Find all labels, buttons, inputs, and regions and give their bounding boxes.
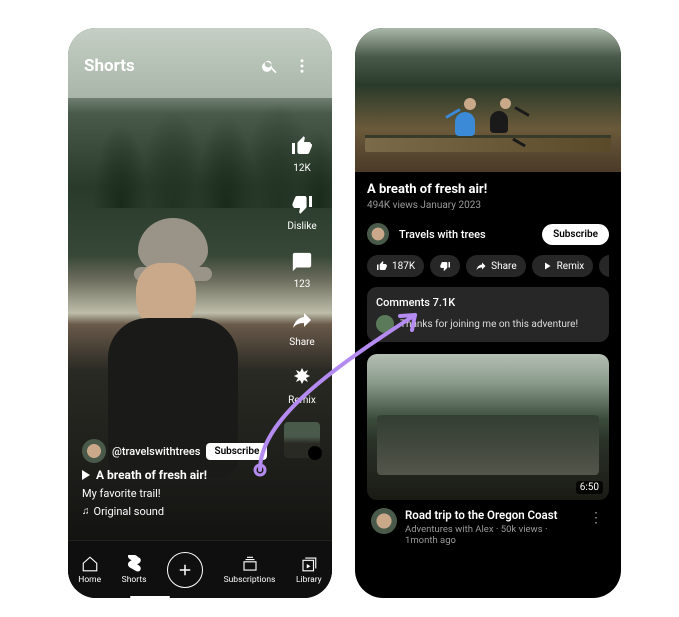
music-icon: ♫ [82,506,90,517]
search-icon[interactable] [256,52,284,80]
comments-header: Comments 7.1K [376,296,600,309]
dislike-label: Dislike [287,221,316,232]
channel-name[interactable]: Travels with trees [399,228,542,241]
comments-button[interactable]: 123 [288,248,316,290]
thumbs-up-icon [288,132,316,160]
recommendation-card: 6:50 Road trip to the Oregon Coast Adven… [367,354,609,554]
shorts-heading: Shorts [84,56,252,76]
shorts-metadata: @travelswithtrees Subscribe A breath of … [82,434,272,518]
shorts-title-row: A breath of fresh air! [82,468,272,482]
top-comment: Thanks for joining me on this adventure! [400,319,578,330]
channel-bar: Travels with trees Subscribe [367,223,609,245]
video-stats: 494K views January 2023 [367,200,609,211]
shorts-player-screen: Shorts 12K Dislike 123 [68,28,332,598]
commenter-avatar [376,315,394,333]
shorts-action-rail: 12K Dislike 123 Share Remix [280,116,324,458]
remix-icon [288,364,316,392]
comment-icon [288,248,316,276]
nav-create[interactable] [167,552,203,588]
recommendation-more-icon[interactable]: ⋮ [587,508,605,546]
share-label: Share [289,337,314,348]
recommendation-channel-avatar[interactable] [371,508,397,534]
nav-shorts[interactable]: Shorts [122,555,147,585]
watch-body: A breath of fresh air! 494K views Januar… [355,172,621,564]
watch-page-screen: A breath of fresh air! 494K views Januar… [355,28,621,598]
thumbs-down-icon [288,190,316,218]
comments-preview[interactable]: Comments 7.1K Thanks for joining me on t… [367,287,609,342]
nav-subscriptions[interactable]: Subscriptions [224,555,276,585]
subscribe-button[interactable]: Subscribe [542,224,609,245]
video-title[interactable]: A breath of fresh air! [367,182,609,197]
bottom-nav: Home Shorts Subscriptions Library [68,540,332,598]
channel-avatar [82,439,106,463]
nav-library[interactable]: Library [296,555,322,585]
share-button[interactable]: Share [288,306,316,348]
download-chip[interactable]: Down [599,255,609,277]
remix-button[interactable]: Remix [288,364,316,406]
channel-handle: @travelswithtrees [112,445,200,458]
action-chip-row: 187K Share Remix Down [367,255,609,277]
shorts-sound-row[interactable]: ♫ Original sound [82,505,272,518]
play-icon [82,470,90,480]
recommendation-thumbnail[interactable]: 6:50 [367,354,609,500]
share-chip[interactable]: Share [466,255,525,277]
channel-avatar[interactable] [367,223,389,245]
comment-count: 123 [294,279,311,290]
shorts-title: A breath of fresh air! [96,468,207,482]
remix-chip[interactable]: Remix [532,255,594,277]
shorts-caption: My favorite trail! [82,487,272,500]
shorts-top-bar: Shorts [68,46,332,86]
video-player[interactable] [355,28,621,172]
subscribe-button[interactable]: Subscribe [206,443,267,460]
channel-row[interactable]: @travelswithtrees Subscribe [82,439,272,463]
recommendation-subtitle: Adventures with Alex · 50k views · 1mont… [405,524,579,546]
recommendation-title[interactable]: Road trip to the Oregon Coast [405,508,579,522]
duration-badge: 6:50 [576,481,603,494]
shorts-sound: Original sound [94,505,165,518]
dislike-chip[interactable] [430,255,460,277]
nav-home[interactable]: Home [78,555,101,585]
more-icon[interactable] [288,52,316,80]
like-count: 12K [293,163,311,174]
dislike-button[interactable]: Dislike [287,190,316,232]
share-icon [288,306,316,334]
like-chip[interactable]: 187K [367,255,424,277]
like-button[interactable]: 12K [288,132,316,174]
sound-thumbnail[interactable] [284,422,320,458]
remix-label: Remix [288,395,316,406]
